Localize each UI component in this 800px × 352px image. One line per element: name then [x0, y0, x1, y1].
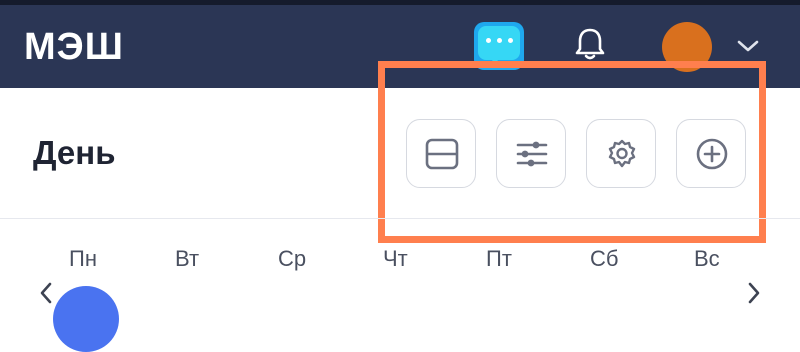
weekday-sat: Сб: [590, 246, 619, 271]
chevron-left-icon[interactable]: [38, 280, 54, 306]
weekday-fri: Пт: [486, 246, 512, 271]
top-edge: [0, 0, 800, 5]
chat-icon: [478, 26, 520, 60]
chevron-right-icon[interactable]: [746, 280, 762, 306]
chat-dots: [486, 38, 513, 43]
selected-day[interactable]: [53, 286, 119, 352]
page-title: День: [33, 134, 116, 171]
weekday-mon: Пн: [69, 246, 97, 271]
highlight-frame: [378, 61, 766, 243]
chevron-down-icon[interactable]: [736, 38, 760, 54]
weekday-tue: Вт: [175, 246, 200, 271]
app-logo[interactable]: МЭШ: [24, 24, 124, 70]
weekday-thu: Чт: [383, 246, 408, 271]
bell-icon[interactable]: [570, 24, 610, 64]
divider: [0, 218, 800, 219]
weekday-sun: Вс: [694, 246, 720, 271]
weekday-wed: Ср: [278, 246, 307, 271]
